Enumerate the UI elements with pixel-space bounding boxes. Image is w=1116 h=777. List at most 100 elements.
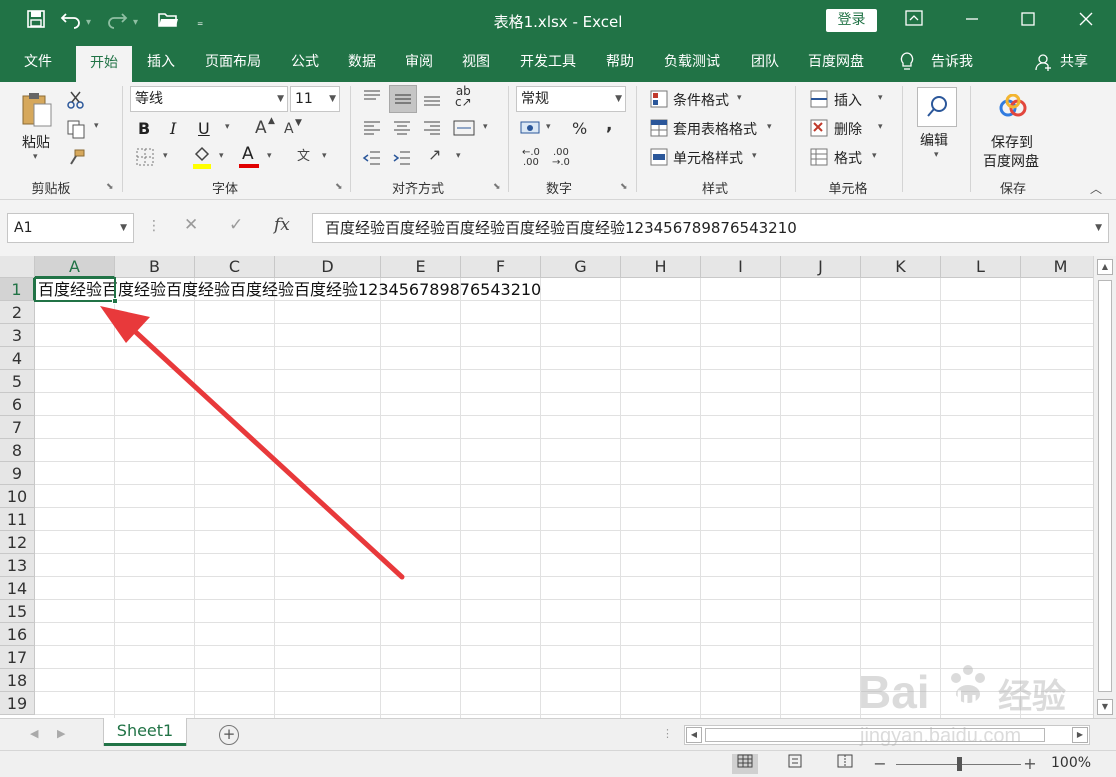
zoom-out-icon[interactable]: −: [872, 754, 888, 774]
increase-indent-icon[interactable]: [392, 148, 412, 172]
phonetic-button[interactable]: 文: [297, 145, 310, 164]
formula-input[interactable]: 百度经验百度经验百度经验百度经验百度经验123456789876543210 ▼: [312, 213, 1109, 243]
column-header-i[interactable]: I: [701, 256, 781, 278]
insert-cells-icon[interactable]: [810, 90, 828, 112]
collapse-ribbon-icon[interactable]: ︿: [1090, 180, 1102, 197]
tab-home[interactable]: 开始: [76, 46, 132, 82]
tab-file[interactable]: 文件: [12, 42, 64, 82]
cell-styles-dropdown-icon[interactable]: ▾: [752, 151, 757, 161]
next-sheet-icon[interactable]: ▶: [57, 727, 65, 740]
decrease-decimal-icon[interactable]: .00 →.0: [552, 148, 570, 168]
font-launcher-icon[interactable]: ⬊: [335, 182, 343, 192]
column-header-f[interactable]: F: [461, 256, 541, 278]
vertical-scrollbar[interactable]: ▲ ▼: [1093, 256, 1116, 718]
delete-cells-icon[interactable]: [810, 119, 828, 141]
delete-dropdown-icon[interactable]: ▾: [878, 122, 883, 132]
column-header-e[interactable]: E: [381, 256, 461, 278]
cell-styles-button[interactable]: 单元格样式: [673, 148, 743, 168]
close-icon[interactable]: [1066, 8, 1106, 34]
shrink-font-button[interactable]: A: [284, 121, 294, 137]
number-launcher-icon[interactable]: ⬊: [620, 182, 628, 192]
delete-cells-button[interactable]: 删除: [834, 119, 862, 139]
orientation-dropdown-icon[interactable]: ▾: [456, 151, 461, 161]
horizontal-scroll-thumb[interactable]: [705, 728, 1045, 742]
insert-function-button[interactable]: fx: [274, 215, 290, 235]
scroll-up-icon[interactable]: ▲: [1097, 259, 1113, 275]
name-box[interactable]: A1 ▼: [7, 213, 134, 243]
baidu-netdisk-icon[interactable]: [998, 93, 1028, 122]
insert-dropdown-icon[interactable]: ▾: [878, 93, 883, 103]
paste-label[interactable]: 粘贴: [22, 132, 50, 152]
horizontal-scrollbar[interactable]: ◀ ▶: [684, 725, 1090, 745]
row-header-18[interactable]: 18: [0, 669, 35, 692]
worksheet-grid[interactable]: A B C D E F G H I J K L M 1 2 3 4 5 6 7 …: [0, 256, 1093, 718]
font-size-combo[interactable]: 11 ▼: [290, 86, 340, 112]
fill-color-icon[interactable]: [192, 146, 212, 174]
cell-styles-icon[interactable]: [650, 148, 668, 170]
scroll-right-icon[interactable]: ▶: [1072, 727, 1088, 743]
paste-dropdown-icon[interactable]: ▾: [33, 152, 38, 162]
scroll-left-icon[interactable]: ◀: [686, 727, 702, 743]
row-header-8[interactable]: 8: [0, 439, 35, 462]
lightbulb-icon[interactable]: [894, 42, 920, 82]
align-center-icon[interactable]: [392, 118, 412, 142]
format-painter-icon[interactable]: [66, 148, 86, 172]
tab-help[interactable]: 帮助: [596, 42, 644, 82]
conditional-format-icon[interactable]: [650, 90, 668, 112]
column-header-d[interactable]: D: [275, 256, 381, 278]
tab-page-layout[interactable]: 页面布局: [194, 42, 272, 82]
conditional-format-button[interactable]: 条件格式: [673, 90, 729, 110]
row-header-2[interactable]: 2: [0, 301, 35, 324]
borders-icon[interactable]: [136, 148, 154, 170]
row-header-6[interactable]: 6: [0, 393, 35, 416]
active-cell-a1[interactable]: [34, 277, 118, 304]
scroll-down-icon[interactable]: ▼: [1097, 699, 1113, 715]
more-options-icon[interactable]: ⋮: [147, 218, 161, 234]
wrap-text-icon[interactable]: [453, 118, 475, 142]
accounting-dropdown-icon[interactable]: ▾: [546, 122, 551, 132]
tab-formulas[interactable]: 公式: [282, 42, 328, 82]
align-right-icon[interactable]: [422, 118, 442, 142]
column-header-m[interactable]: M: [1021, 256, 1093, 278]
format-cells-icon[interactable]: [810, 148, 828, 170]
enter-icon[interactable]: ✓: [229, 215, 243, 235]
orientation-icon[interactable]: ab c↗: [455, 85, 472, 108]
align-top-icon[interactable]: [362, 88, 382, 112]
zoom-slider-thumb[interactable]: [956, 757, 962, 771]
align-left-icon[interactable]: [362, 118, 382, 142]
tell-me-search[interactable]: 告诉我: [924, 42, 980, 82]
row-header-5[interactable]: 5: [0, 370, 35, 393]
more-options-icon[interactable]: ⋮: [662, 727, 673, 740]
editing-dropdown-icon[interactable]: ▾: [934, 150, 939, 160]
tab-team[interactable]: 团队: [742, 42, 788, 82]
page-layout-view-icon[interactable]: [782, 754, 808, 774]
tab-insert[interactable]: 插入: [136, 42, 186, 82]
format-dropdown-icon[interactable]: ▾: [872, 151, 877, 161]
borders-dropdown-icon[interactable]: ▾: [163, 151, 168, 161]
row-header-7[interactable]: 7: [0, 416, 35, 439]
column-header-k[interactable]: K: [861, 256, 941, 278]
grow-font-button[interactable]: A: [255, 118, 267, 138]
sheet-tab-sheet1[interactable]: Sheet1: [104, 718, 186, 746]
alignment-launcher-icon[interactable]: ⬊: [493, 182, 501, 192]
format-cells-button[interactable]: 格式: [834, 148, 862, 168]
underline-button[interactable]: U: [198, 119, 210, 138]
zoom-in-icon[interactable]: +: [1022, 754, 1038, 774]
font-name-combo[interactable]: 等线 ▼: [130, 86, 288, 112]
column-header-c[interactable]: C: [195, 256, 275, 278]
italic-button[interactable]: I: [170, 119, 176, 138]
clipboard-launcher-icon[interactable]: ⬊: [106, 182, 114, 192]
row-header-19[interactable]: 19: [0, 692, 35, 715]
row-header-15[interactable]: 15: [0, 600, 35, 623]
accounting-format-icon[interactable]: [520, 118, 542, 142]
login-button[interactable]: 登录: [826, 9, 877, 32]
font-color-button[interactable]: A: [242, 144, 254, 164]
row-header-1[interactable]: 1: [0, 278, 35, 301]
tab-developer[interactable]: 开发工具: [508, 42, 588, 82]
row-header-9[interactable]: 9: [0, 462, 35, 485]
column-header-a[interactable]: A: [35, 256, 115, 278]
align-bottom-icon[interactable]: [422, 88, 442, 112]
page-break-view-icon[interactable]: [832, 754, 858, 774]
row-header-3[interactable]: 3: [0, 324, 35, 347]
share-button[interactable]: 共享: [1056, 42, 1092, 82]
